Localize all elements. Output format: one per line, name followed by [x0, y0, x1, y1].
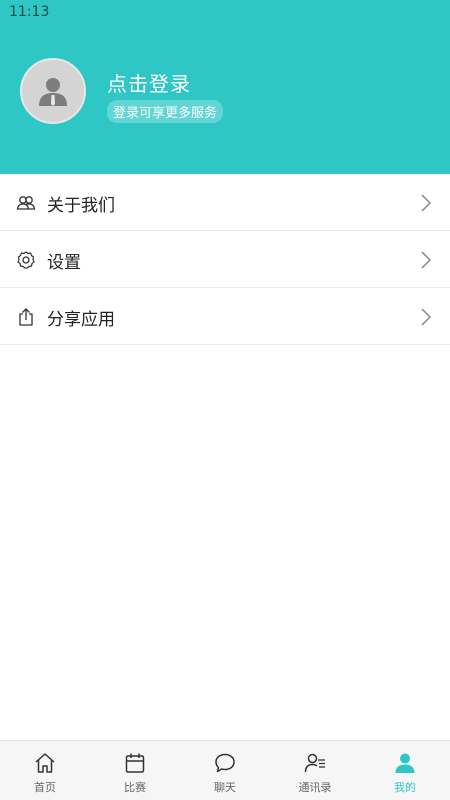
menu-label-share-app: 分享应用	[47, 310, 115, 330]
menu-item-share-app[interactable]: 分享应用	[0, 288, 450, 345]
tab-home[interactable]: 首页	[0, 741, 90, 800]
menu-item-settings[interactable]: 设置	[0, 231, 450, 288]
tab-matches[interactable]: 比赛	[90, 741, 180, 800]
login-title[interactable]: 点击登录	[107, 68, 191, 97]
status-time: 11:13	[9, 4, 50, 20]
user-avatar-icon	[39, 78, 67, 106]
tab-contacts[interactable]: 通讯录	[270, 741, 360, 800]
home-icon	[35, 753, 55, 773]
contacts-icon	[304, 753, 325, 773]
tab-label-chat: 聊天	[214, 781, 236, 794]
tab-label-contacts: 通讯录	[298, 781, 332, 794]
tab-chat[interactable]: 聊天	[180, 741, 270, 800]
settings-menu: 关于我们 设置 分享应用	[0, 174, 450, 345]
share-icon	[19, 308, 33, 326]
menu-label-settings: 设置	[47, 253, 81, 273]
bottom-tab-bar: 首页 比赛 聊天 通讯录 我的	[0, 740, 450, 800]
menu-item-about-us[interactable]: 关于我们	[0, 174, 450, 231]
tab-label-matches: 比赛	[124, 781, 146, 794]
chevron-right-icon	[421, 251, 432, 269]
calendar-icon	[125, 753, 145, 773]
chat-bubble-icon	[215, 753, 235, 773]
chevron-right-icon	[421, 194, 432, 212]
profile-screen: 11:13 点击登录 登录可享更多服务 关于我们 设置 分享应用 首页 比赛 聊…	[0, 0, 450, 800]
chevron-right-icon	[421, 308, 432, 326]
menu-label-about-us: 关于我们	[47, 196, 115, 216]
login-subtitle-badge: 登录可享更多服务	[107, 100, 224, 123]
profile-icon	[395, 753, 415, 773]
profile-header: 11:13 点击登录 登录可享更多服务	[0, 0, 450, 174]
gear-icon	[17, 251, 35, 269]
tab-label-mine: 我的	[394, 781, 416, 794]
avatar[interactable]	[20, 58, 86, 124]
tab-label-home: 首页	[34, 781, 56, 794]
users-icon	[16, 196, 36, 210]
tab-mine[interactable]: 我的	[360, 741, 450, 800]
